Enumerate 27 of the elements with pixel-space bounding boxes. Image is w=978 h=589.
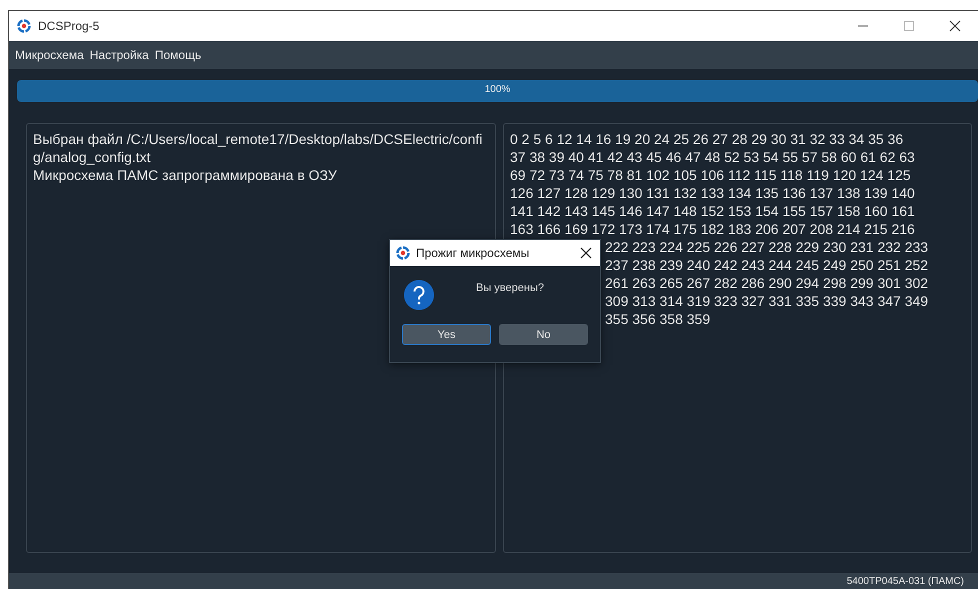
menu-item[interactable]: Настройка [90, 48, 149, 62]
question-icon [404, 280, 434, 310]
address-line: 163 166 169 172 173 174 175 182 183 206 207 208 214 215 216 [510, 220, 915, 238]
address-line: 261 263 265 267 282 286 290 294 298 299 301 302 [605, 274, 928, 292]
log-line: Микросхема ПАМС запрограммирована в ОЗУ [33, 166, 338, 184]
address-line: 222 223 224 225 226 227 228 229 230 231 232 233 [605, 238, 928, 256]
log-line: Выбран файл /C:/Users/local_remote17/Desktop/labs/DCSElectric/config/analog_config.txt [33, 130, 484, 166]
dialog-title: Прожиг микросхемы [416, 246, 530, 260]
app-logo-icon [17, 19, 31, 33]
address-line: 309 313 314 319 323 327 331 335 339 343 347 349 [605, 292, 928, 310]
menu-item[interactable]: Помощь [154, 48, 202, 62]
address-line: 237 238 239 240 242 243 244 245 249 250 251 252 [605, 256, 928, 274]
address-line: 141 142 143 145 146 147 148 152 153 154 155 157 158 160 161 [510, 202, 915, 220]
app-logo-icon [396, 246, 410, 260]
address-line: 355 356 358 359 [605, 310, 710, 328]
no-button[interactable]: No [499, 324, 588, 345]
yes-button[interactable]: Yes [402, 324, 491, 345]
address-line: 126 127 128 129 130 131 132 133 134 135 136 137 138 139 140 [510, 184, 915, 202]
address-line: 37 38 39 40 41 42 43 45 46 47 48 52 53 54 55 57 58 60 61 62 63 [510, 148, 915, 166]
status-text: 5400TP045A-031 (ПАМС) [846, 576, 964, 586]
address-line: 69 72 73 74 75 78 81 102 105 106 112 115 118 119 120 124 125 [510, 166, 911, 184]
close-icon[interactable] [578, 245, 594, 261]
address-line: 0 2 5 6 12 14 16 19 20 24 25 26 27 28 29 30 31 32 33 34 35 36 [510, 130, 904, 148]
window-title: DCSProg-5 [38, 19, 100, 33]
menu-item[interactable]: Микросхема [15, 48, 84, 62]
dialog-message: Вы уверены? [476, 281, 544, 296]
progress-label: 100% [484, 84, 512, 95]
